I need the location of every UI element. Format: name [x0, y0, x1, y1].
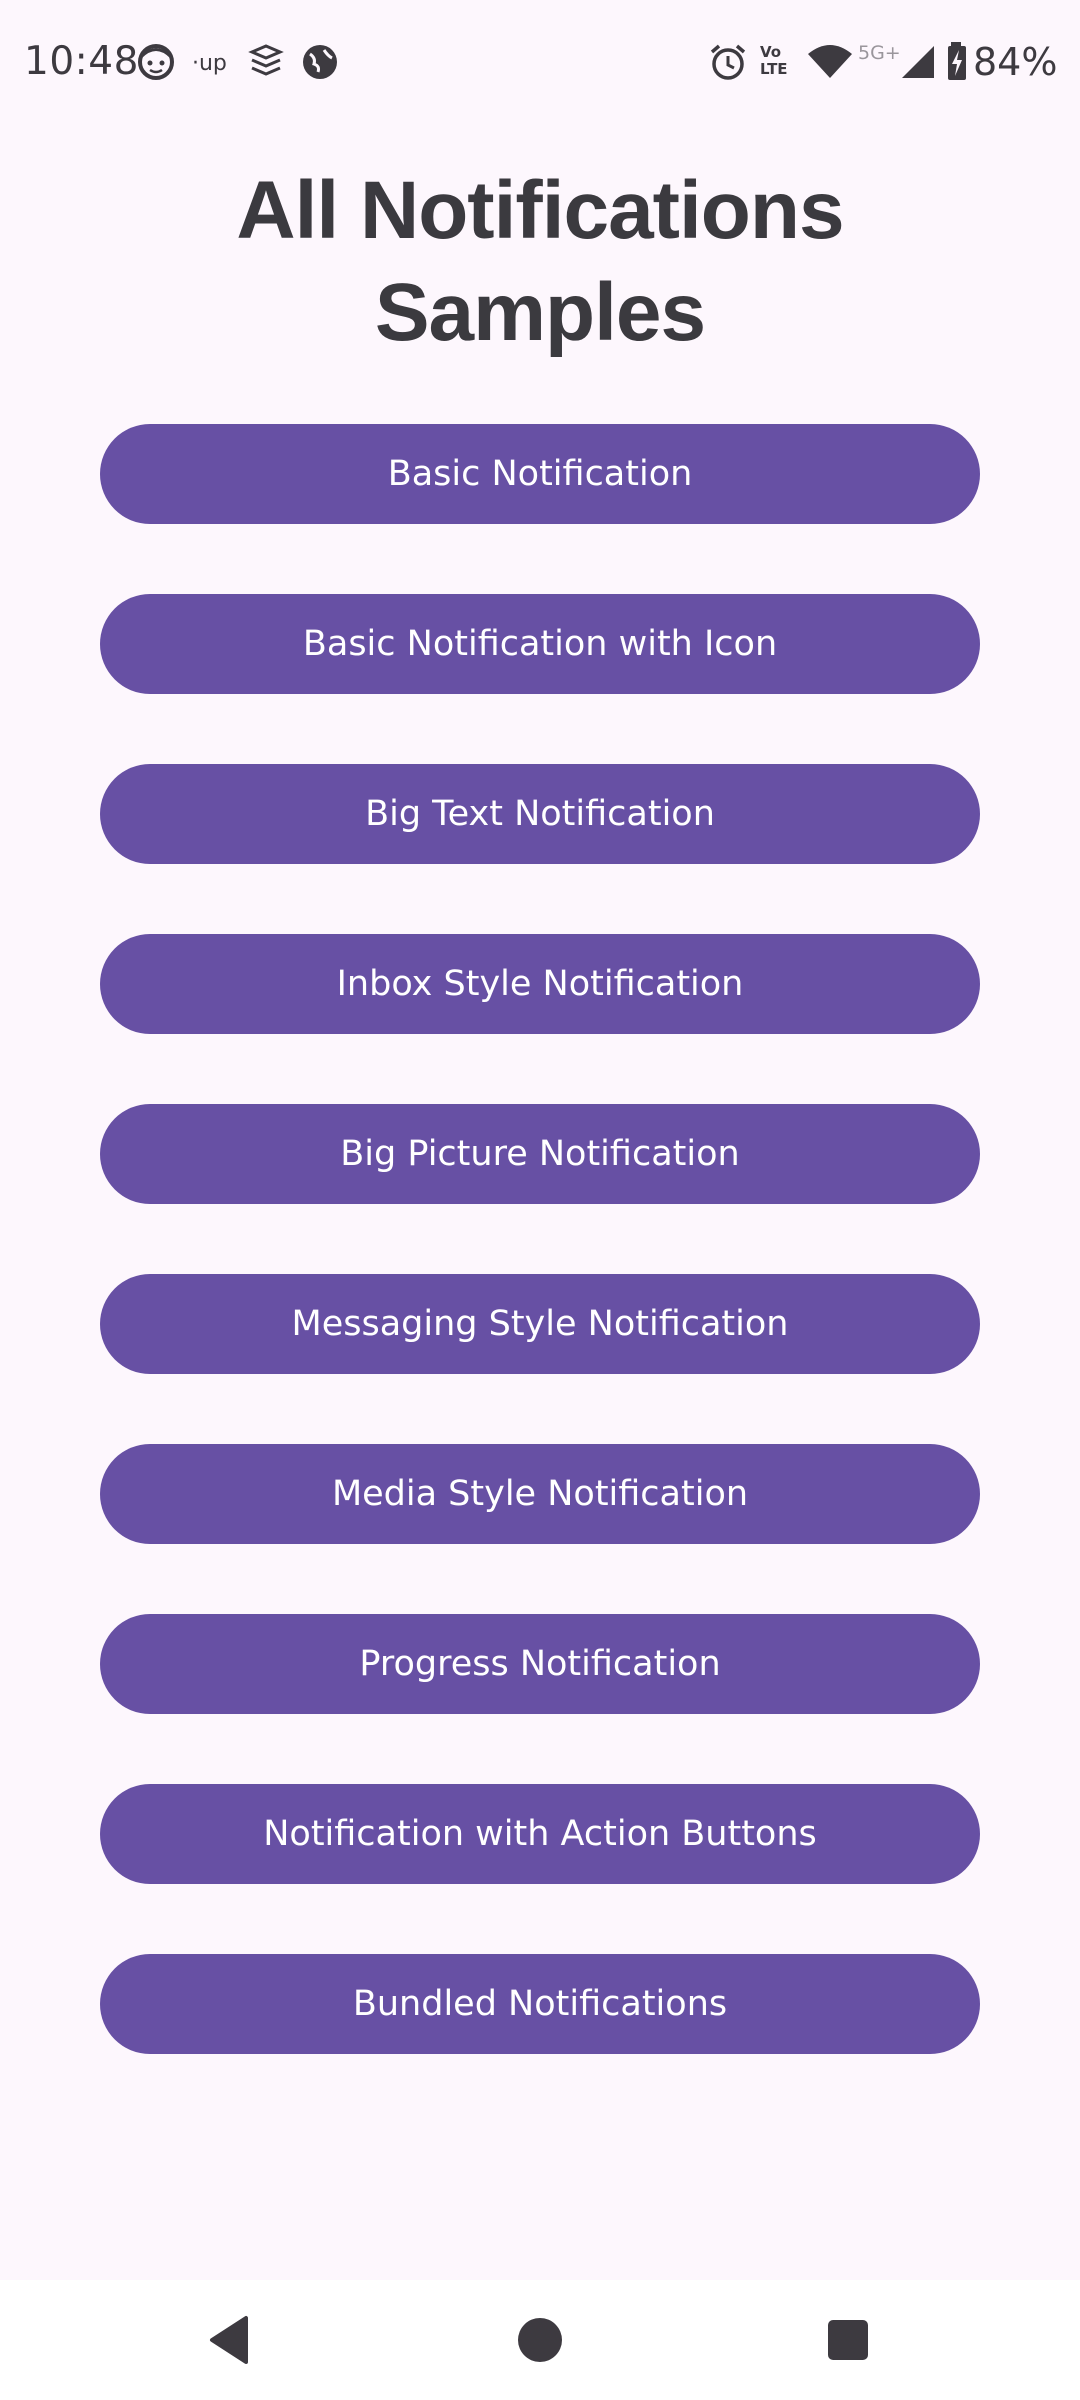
status-time: 10:48 — [24, 39, 139, 84]
5g-icon: 5G+ — [858, 42, 901, 64]
big-picture-notification-button[interactable]: Big Picture Notification — [100, 1104, 980, 1204]
battery-charging-icon — [948, 42, 966, 80]
page-title-line1: All Notifications — [236, 165, 844, 256]
progress-notification-button[interactable]: Progress Notification — [100, 1614, 980, 1714]
page-title-line2: Samples — [374, 267, 706, 358]
navigation-bar — [0, 2280, 1080, 2400]
face-app-icon — [138, 44, 174, 80]
globe-app-icon — [303, 45, 337, 79]
media-style-notification-button[interactable]: Media Style Notification — [100, 1444, 980, 1544]
basic-notification-button[interactable]: Basic Notification — [100, 424, 980, 524]
battery-percent: 84% — [973, 40, 1058, 84]
big-text-notification-button[interactable]: Big Text Notification — [100, 764, 980, 864]
notification-with-action-buttons-button[interactable]: Notification with Action Buttons — [100, 1784, 980, 1884]
alarm-icon — [710, 44, 746, 80]
layers-app-icon — [248, 44, 284, 76]
home-icon[interactable] — [510, 2310, 570, 2370]
status-bar: 10:48 ·up Vo LTE 5G+ 84% — [0, 0, 1080, 124]
signal-icon — [902, 46, 934, 78]
wifi-icon — [808, 45, 852, 78]
recents-icon[interactable] — [818, 2310, 878, 2370]
back-icon[interactable] — [200, 2310, 260, 2370]
messaging-style-notification-button[interactable]: Messaging Style Notification — [100, 1274, 980, 1374]
volte-icon: Vo LTE — [760, 43, 788, 78]
inbox-style-notification-button[interactable]: Inbox Style Notification — [100, 934, 980, 1034]
basic-notification-with-icon-button[interactable]: Basic Notification with Icon — [100, 594, 980, 694]
svg-text:·up: ·up — [192, 51, 227, 76]
page-title: All Notifications Samples — [0, 160, 1080, 364]
notification-buttons-list: Basic Notification Basic Notification wi… — [100, 424, 980, 2124]
bundled-notifications-button[interactable]: Bundled Notifications — [100, 1954, 980, 2054]
up-app-icon: ·up — [192, 51, 227, 76]
